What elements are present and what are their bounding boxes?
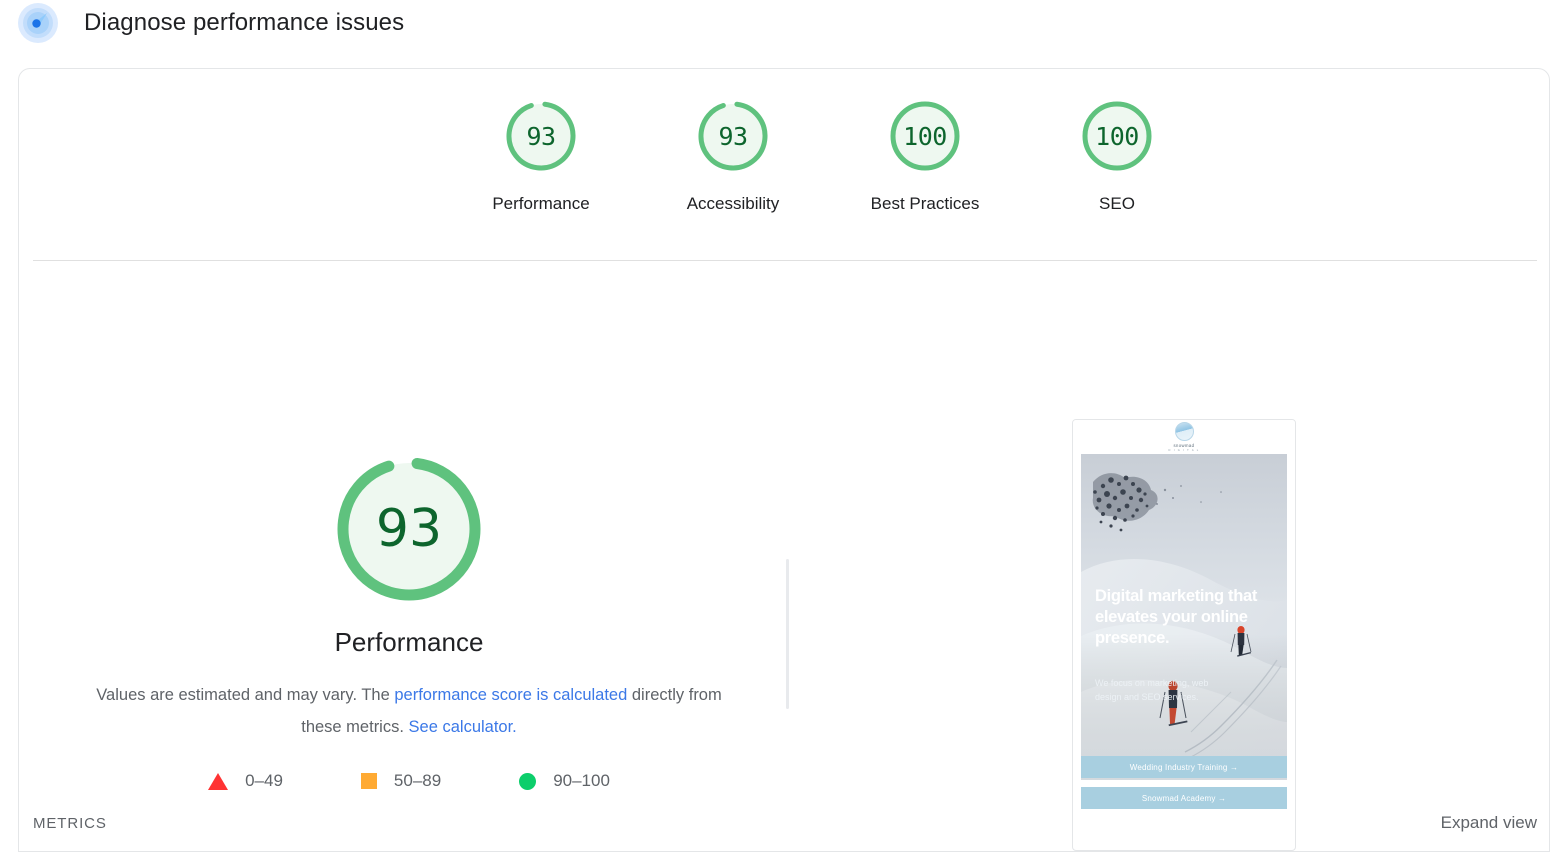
- category-score-seo[interactable]: 100 SEO: [1021, 99, 1213, 214]
- category-scores-row: 93 Performance 93 Accessibility 100 Best…: [19, 99, 1549, 214]
- gauge-performance-large: 93: [333, 453, 485, 605]
- description-prefix: Values are estimated and may vary. The: [96, 686, 395, 704]
- site-logo-text: snowmad: [1173, 443, 1195, 449]
- lighthouse-report-page: Diagnose performance issues 93 Performan…: [0, 0, 1550, 852]
- gauge-label: Accessibility: [686, 194, 780, 213]
- preview-hero-image: Digital marketing that elevates your onl…: [1081, 454, 1287, 780]
- gauge-value: 100: [1095, 121, 1139, 151]
- gauge-value: 100: [903, 121, 947, 151]
- gauge-seo: 100: [1080, 99, 1154, 173]
- metrics-section-label: METRICS: [33, 814, 107, 832]
- gauge-value: 93: [526, 121, 556, 151]
- screenshot-preview[interactable]: snowmad D I G I T A L Digital marketing …: [1072, 419, 1296, 851]
- category-score-accessibility[interactable]: 93 Accessibility: [637, 99, 829, 214]
- score-legend: 0–49 50–89 90–100: [208, 771, 610, 791]
- legend-label: 50–89: [393, 771, 442, 790]
- performance-description: Values are estimated and may vary. The p…: [89, 679, 729, 743]
- preview-cta-wedding-training[interactable]: Wedding Industry Training →: [1081, 756, 1287, 778]
- gauge-value: 93: [718, 121, 748, 151]
- see-calculator-link[interactable]: See calculator.: [409, 718, 517, 736]
- gauge-label: SEO: [1099, 194, 1135, 213]
- gauge-accessibility: 93: [696, 99, 770, 173]
- legend-item-pass: 90–100: [519, 771, 610, 791]
- expand-view-button[interactable]: Expand view: [1441, 813, 1537, 833]
- card-footer: METRICS Expand view: [19, 795, 1549, 851]
- circle-pass-icon: [519, 772, 537, 790]
- page-header: Diagnose performance issues: [0, 0, 1550, 46]
- category-score-performance[interactable]: 93 Performance: [445, 99, 637, 214]
- preview-headline: Digital marketing that elevates your onl…: [1095, 587, 1258, 647]
- legend-label: 90–100: [553, 771, 610, 790]
- report-card: 93 Performance 93 Accessibility 100 Best…: [18, 68, 1550, 852]
- section-vertical-divider: [786, 559, 789, 709]
- site-logo-subtext: D I G I T A L: [1168, 448, 1200, 452]
- square-average-icon: [360, 773, 377, 789]
- lighthouse-icon: [18, 3, 58, 43]
- gauge-label: Performance: [492, 194, 590, 213]
- main-section: 93 Performance Values are estimated and …: [19, 261, 1549, 851]
- preview-site-header: snowmad D I G I T A L: [1073, 420, 1295, 454]
- gauge-performance: 93: [504, 99, 578, 173]
- performance-score-link[interactable]: performance score is calculated: [394, 686, 627, 704]
- preview-subhead: We focus on marketing, web design and SE…: [1095, 678, 1209, 702]
- legend-label: 0–49: [245, 771, 283, 790]
- legend-item-average: 50–89: [360, 771, 442, 791]
- performance-title: Performance: [334, 627, 484, 657]
- legend-item-fail: 0–49: [208, 771, 283, 791]
- category-score-best-practices[interactable]: 100 Best Practices: [829, 99, 1021, 214]
- gauge-best-practices: 100: [888, 99, 962, 173]
- site-logo-icon: [1174, 422, 1194, 442]
- gauge-label: Best Practices: [870, 194, 980, 213]
- triangle-fail-icon: [208, 772, 229, 790]
- performance-summary: 93 Performance Values are estimated and …: [84, 453, 734, 791]
- gauge-value: 93: [375, 499, 443, 559]
- page-title: Diagnose performance issues: [84, 9, 405, 36]
